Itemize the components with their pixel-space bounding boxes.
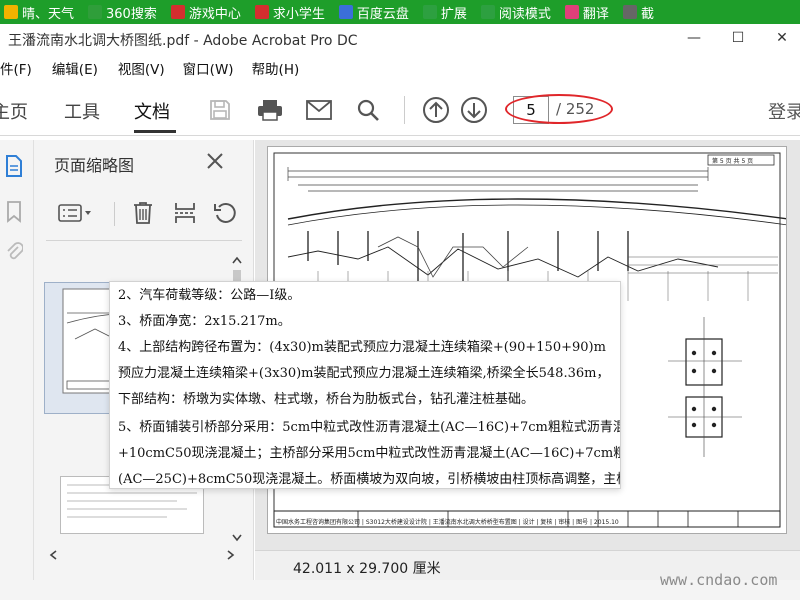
menu-view[interactable]: 视图(V) [118,58,165,78]
note-line: 5、桥面铺装引桥部分采用：5cm中粒式改性沥青混凝土(AC—16C)+7cm粗粒… [118,420,621,435]
tab-tools[interactable]: 工具 [64,98,100,124]
note-line: 4、上部结构跨径布置为：(4x30)m装配式预应力混凝土连续箱梁+(90+150… [118,340,606,355]
bookmark-item[interactable]: 求小学生 [254,3,325,22]
panel-separator [46,240,242,241]
bookmark-favicon-icon [480,5,495,19]
note-line: 3、桥面净宽：2x15.217m。 [118,314,291,329]
panel-title: 页面缩略图 [54,156,135,175]
bookmark-label: 求小学生 [272,6,325,22]
active-tab-indicator [134,130,176,133]
bookmark-favicon-icon [338,5,353,19]
bookmark-label: 阅读模式 [498,6,551,22]
thumbnails-horizontal-scrollbar[interactable] [44,548,240,562]
window-title: 王潘流南水北调大桥图纸.pdf - Adobe Acrobat Pro DC [8,33,358,49]
title-bar: 王潘流南水北调大桥图纸.pdf - Adobe Acrobat Pro DC —… [0,24,800,54]
bookmark-favicon-icon [564,5,579,19]
note-line: 2、汽车荷载等级：公路—Ⅰ级。 [118,288,301,303]
highlight-annotation-ellipse [505,94,613,124]
note-line: (AC—25C)+8cmC50现浇混凝土。桥面横坡为双向坡，引桥横坡由柱顶标高调… [118,472,621,487]
tab-home[interactable]: 主页 [0,98,28,124]
bookmark-label: 扩展 [440,6,467,22]
previous-page-icon[interactable] [420,94,452,126]
bookmark-favicon-icon [170,5,185,19]
crop-icon[interactable] [170,198,200,228]
attachment-icon[interactable] [2,240,26,264]
options-menu-icon[interactable] [54,198,96,228]
bookmark-icon[interactable] [2,200,26,224]
bookmark-favicon-icon [422,5,437,19]
drawing-title-block: 中国水务工程咨询集团有限公司 | S3012大桥建设设计院 | 王潘流南水北调大… [276,519,619,526]
note-line: 预应力混凝土连续箱梁+(3x30)m装配式预应力混凝土连续箱梁,桥梁全长548.… [118,366,610,381]
bookmark-item[interactable]: 晴、天气 [4,3,74,22]
design-notes-popup: 2、汽车荷载等级：公路—Ⅰ级。 3、桥面净宽：2x15.217m。 4、上部结构… [109,281,621,489]
bookmark-item[interactable]: 阅读模式 [480,3,551,22]
bookmark-label: 翻译 [582,6,609,22]
bookmark-label: 游戏中心 [188,6,241,22]
page-thumbnails-icon[interactable] [2,154,26,178]
menu-bar: 件(F) 编辑(E) 视图(V) 窗口(W) 帮助(H) [0,56,800,80]
navigation-rail [0,140,34,580]
rotate-icon[interactable] [210,198,240,228]
bookmark-label: 360搜索 [106,6,157,22]
bookmark-label: 截 [640,6,654,22]
tools-divider [114,202,115,226]
menu-help[interactable]: 帮助(H) [252,58,300,78]
bookmark-item[interactable]: 360搜索 [88,3,157,22]
toolbar-divider [404,96,405,124]
trash-icon[interactable] [128,198,158,228]
print-icon[interactable] [254,94,286,126]
menu-file[interactable]: 件(F) [0,58,32,78]
next-page-icon[interactable] [458,94,490,126]
maximize-button[interactable]: ☐ [724,26,752,50]
bookmark-favicon-icon [622,5,637,19]
drawing-sheet-label: 第 5 页 共 5 页 [712,158,754,165]
login-link[interactable]: 登录 [768,98,800,124]
bookmark-item[interactable]: 扩展 [422,3,467,22]
bookmark-label: 晴、天气 [22,6,75,22]
site-watermark: www.cndao.com [660,571,778,589]
tab-document[interactable]: 文档 [134,98,170,124]
note-line: 下部结构：桥墩为实体墩、柱式墩，桥台为肋板式台，钻孔灌注桩基础。 [118,392,535,407]
save-icon[interactable] [204,94,236,126]
bookmark-item[interactable]: 百度云盘 [338,3,409,22]
bookmark-label: 百度云盘 [356,6,409,22]
close-window-button[interactable]: ✕ [768,26,796,50]
menu-window[interactable]: 窗口(W) [183,58,234,78]
note-line: +10cmC50现浇混凝土；主桥部分采用5cm中粒式改性沥青混凝土(AC—16C… [118,446,621,461]
close-panel-icon[interactable] [202,148,228,174]
minimize-button[interactable]: — [680,26,708,50]
bookmark-favicon-icon [4,5,18,19]
search-icon[interactable] [352,94,384,126]
bookmarks-bar: 晴、天气 360搜索 游戏中心 求小学生 百度云盘 扩展 阅读模式 翻译 截 [0,0,800,24]
email-icon[interactable] [303,94,335,126]
bookmark-favicon-icon [88,5,103,19]
thumbnail-tools [34,196,254,230]
page-dimensions: 42.011 x 29.700 厘米 [293,561,441,577]
menu-edit[interactable]: 编辑(E) [52,58,98,78]
bookmark-item[interactable]: 截 [622,3,654,22]
bookmark-item[interactable]: 游戏中心 [170,3,241,22]
bookmark-item[interactable]: 翻译 [564,3,609,22]
bookmark-favicon-icon [254,5,269,19]
main-toolbar: 主页 工具 文档 5 / 252 登录 [0,84,800,136]
